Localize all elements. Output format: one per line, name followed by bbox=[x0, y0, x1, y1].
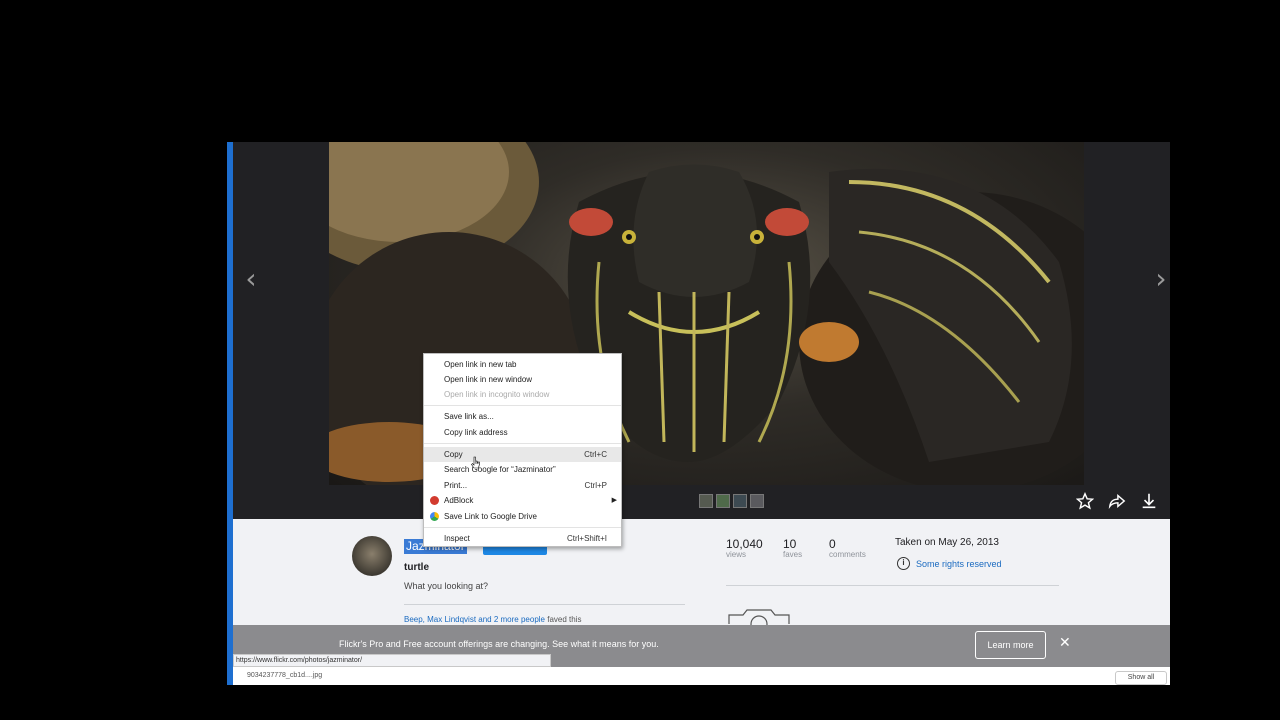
menu-item-label: Copy link address bbox=[444, 428, 508, 437]
views-count: 10,040 bbox=[726, 537, 763, 551]
license-info: i Some rights reserved bbox=[897, 557, 1002, 570]
comments-count: 0 bbox=[829, 537, 836, 551]
learn-more-button[interactable]: Learn more bbox=[975, 631, 1046, 659]
shortcut-label: Ctrl+Shift+I bbox=[566, 534, 607, 543]
download-item[interactable]: 9034237778_cb1d....jpg bbox=[247, 672, 322, 679]
faves-stat: 10 faves bbox=[783, 537, 802, 559]
menu-item-search-google[interactable]: Search Google for “Jazminator” bbox=[424, 462, 621, 477]
menu-item-open-new-window[interactable]: Open link in new window bbox=[424, 372, 621, 387]
menu-item-label: Print... bbox=[444, 481, 468, 490]
comments-label: comments bbox=[829, 550, 866, 559]
menu-item-label: Inspect bbox=[444, 534, 470, 543]
menu-item-copy[interactable]: Copy Ctrl+C bbox=[424, 447, 621, 462]
banner-message: Flickr's Pro and Free account offerings … bbox=[339, 639, 659, 649]
google-drive-icon bbox=[430, 512, 439, 521]
next-photo-arrow[interactable]: › bbox=[1151, 264, 1170, 294]
browser-window: ‹ › Jazminator turtle What you looking a… bbox=[227, 142, 1170, 685]
faves-suffix: faved this bbox=[547, 615, 582, 624]
close-icon[interactable]: ✕ bbox=[1059, 635, 1071, 651]
camera-icon bbox=[728, 609, 790, 625]
views-label: views bbox=[726, 550, 747, 559]
previous-photo-arrow[interactable]: ‹ bbox=[241, 264, 261, 294]
menu-separator bbox=[424, 405, 621, 406]
menu-separator bbox=[424, 443, 621, 444]
menu-item-label: Open link in new tab bbox=[444, 360, 517, 369]
submenu-arrow-icon: ▶ bbox=[611, 497, 617, 504]
faves-label: faves bbox=[783, 550, 803, 559]
shortcut-label: Ctrl+C bbox=[584, 450, 607, 459]
menu-item-inspect[interactable]: Inspect Ctrl+Shift+I bbox=[424, 531, 621, 546]
photostream-thumbnails bbox=[699, 494, 764, 508]
download-icon[interactable] bbox=[1140, 492, 1158, 510]
menu-item-adblock[interactable]: AdBlock ▶ bbox=[424, 493, 621, 508]
faves-summary: Beep, Max Lindqvist and 2 more people fa… bbox=[404, 615, 581, 624]
status-bar-url: https://www.flickr.com/photos/jazminator… bbox=[233, 654, 551, 667]
rights-link[interactable]: Some rights reserved bbox=[916, 559, 1002, 569]
photo-title: turtle bbox=[404, 562, 429, 573]
mouse-cursor-icon bbox=[471, 456, 480, 469]
context-menu: Open link in new tab Open link in new wi… bbox=[423, 353, 622, 547]
photo-description: What you looking at? bbox=[404, 581, 489, 591]
menu-item-save-link-as[interactable]: Save link as... bbox=[424, 409, 621, 424]
divider bbox=[726, 585, 1059, 586]
menu-item-label: Open link in new window bbox=[444, 375, 533, 384]
thumbnail[interactable] bbox=[699, 494, 713, 508]
thumbnail[interactable] bbox=[716, 494, 730, 508]
menu-item-label: Search Google for “Jazminator” bbox=[444, 465, 556, 474]
shortcut-label: Ctrl+P bbox=[584, 481, 607, 490]
faved-by-link[interactable]: Beep, Max Lindqvist and bbox=[404, 615, 492, 624]
menu-item-open-incognito: Open link in incognito window bbox=[424, 387, 621, 402]
license-info-icon: i bbox=[897, 557, 910, 570]
menu-item-label: Open link in incognito window bbox=[444, 390, 550, 399]
photo-actions bbox=[1076, 492, 1158, 510]
photo-info-panel: Jazminator turtle What you looking at? B… bbox=[233, 519, 1170, 625]
adblock-icon bbox=[430, 496, 439, 505]
menu-item-copy-link-address[interactable]: Copy link address bbox=[424, 425, 621, 440]
menu-item-label: AdBlock bbox=[444, 496, 474, 505]
menu-item-label: Save link as... bbox=[444, 412, 494, 421]
divider bbox=[404, 604, 685, 605]
avatar[interactable] bbox=[352, 536, 392, 576]
menu-item-label: Copy bbox=[444, 450, 463, 459]
more-people-link[interactable]: 2 more people bbox=[494, 615, 545, 624]
menu-item-open-new-tab[interactable]: Open link in new tab bbox=[424, 357, 621, 372]
menu-separator bbox=[424, 527, 621, 528]
views-stat: 10,040 views bbox=[726, 537, 763, 559]
thumbnail[interactable] bbox=[750, 494, 764, 508]
menu-item-save-to-drive[interactable]: Save Link to Google Drive bbox=[424, 509, 621, 524]
downloads-bar: 9034237778_cb1d....jpg Show all bbox=[233, 667, 1170, 685]
photo-viewer: ‹ › bbox=[233, 142, 1170, 519]
faves-count: 10 bbox=[783, 537, 797, 551]
show-all-button[interactable]: Show all bbox=[1115, 671, 1167, 685]
share-icon[interactable] bbox=[1108, 492, 1126, 510]
fave-star-icon[interactable] bbox=[1076, 492, 1094, 510]
menu-item-print[interactable]: Print... Ctrl+P bbox=[424, 478, 621, 493]
comments-stat: 0 comments bbox=[829, 537, 866, 559]
menu-item-label: Save Link to Google Drive bbox=[444, 512, 537, 521]
thumbnail[interactable] bbox=[733, 494, 747, 508]
taken-date[interactable]: Taken on May 26, 2013 bbox=[895, 537, 999, 548]
